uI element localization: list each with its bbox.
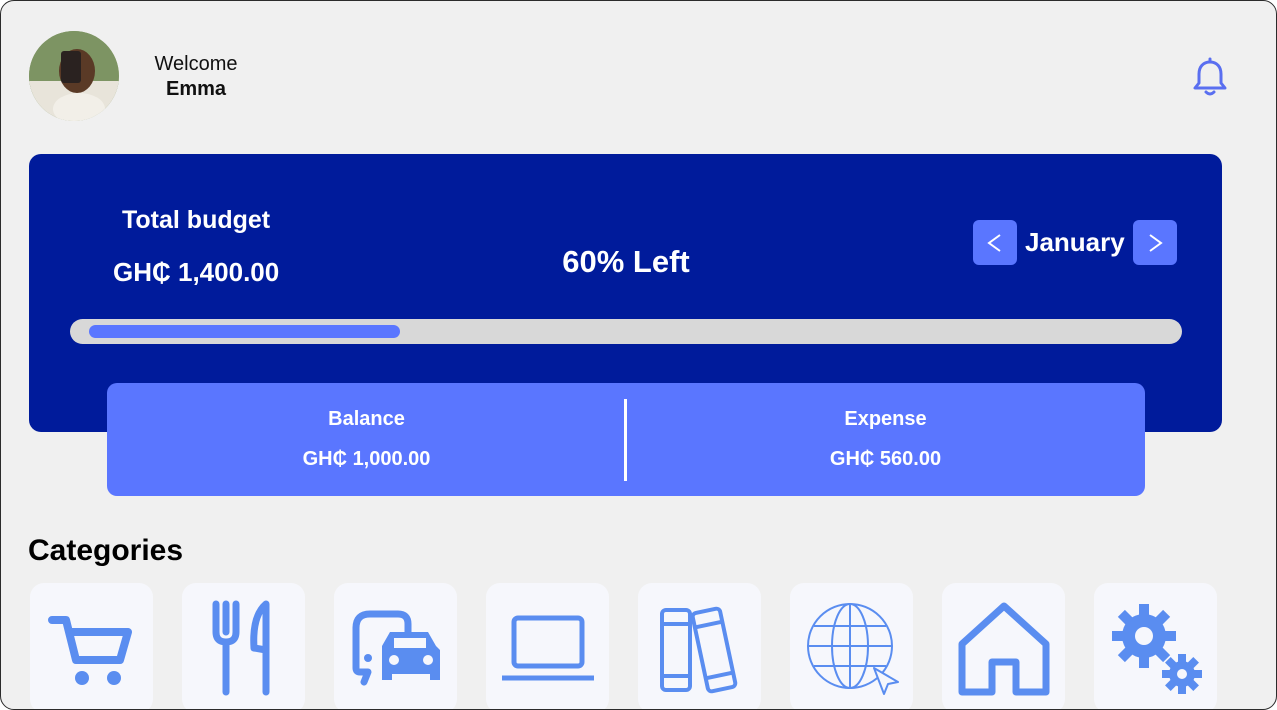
remaining-percent: 60% Left [562,244,690,279]
summary-divider [624,399,627,481]
app-screen: Welcome Emma Total budget GH₵ 1,400.00 6… [0,0,1277,710]
user-avatar[interactable] [29,31,119,121]
category-electronics[interactable] [486,583,609,709]
total-budget-amount: GH₵ 1,400.00 [113,257,280,287]
avatar-photo [29,31,119,121]
balance-section: Balance GH₵ 1,000.00 [107,383,626,496]
category-food[interactable] [182,583,305,709]
laptop-icon [501,615,594,681]
category-internet[interactable] [790,583,913,709]
month-label: January [1025,227,1125,257]
expense-section: Expense GH₵ 560.00 [626,383,1145,496]
categories-list [30,583,1217,709]
fork-knife-icon [212,600,269,696]
category-shopping[interactable] [30,583,153,709]
chevron-right-icon [1149,233,1163,252]
user-name: Emma [165,78,227,100]
categories-title: Categories [28,534,184,567]
transport-icon [352,610,440,686]
summary-card: Balance GH₵ 1,000.00 Expense GH₵ 560.00 [107,383,1145,496]
books-icon [659,606,737,694]
previous-month-button[interactable] [973,220,1017,265]
category-education[interactable] [638,583,761,709]
category-housing[interactable] [942,583,1065,709]
expense-amount: GH₵ 560.00 [829,448,942,470]
budget-progress-fill [89,325,400,338]
total-budget-label: Total budget [122,206,271,234]
welcome-text: Welcome [154,53,238,75]
chevron-left-icon [987,233,1001,252]
globe-cursor-icon [806,603,899,695]
welcome-block: Welcome Emma [136,52,256,102]
month-selector: January [973,220,1177,265]
shopping-cart-icon [47,616,132,685]
balance-amount: GH₵ 1,000.00 [302,448,431,470]
balance-label: Balance [328,408,405,430]
home-icon [958,602,1049,696]
category-transport[interactable] [334,583,457,709]
category-other[interactable] [1094,583,1217,709]
next-month-button[interactable] [1132,220,1177,265]
bell-icon[interactable] [1189,57,1231,99]
budget-progress-bar [70,319,1182,344]
settings-gears-icon [1111,604,1202,694]
expense-label: Expense [844,408,927,430]
